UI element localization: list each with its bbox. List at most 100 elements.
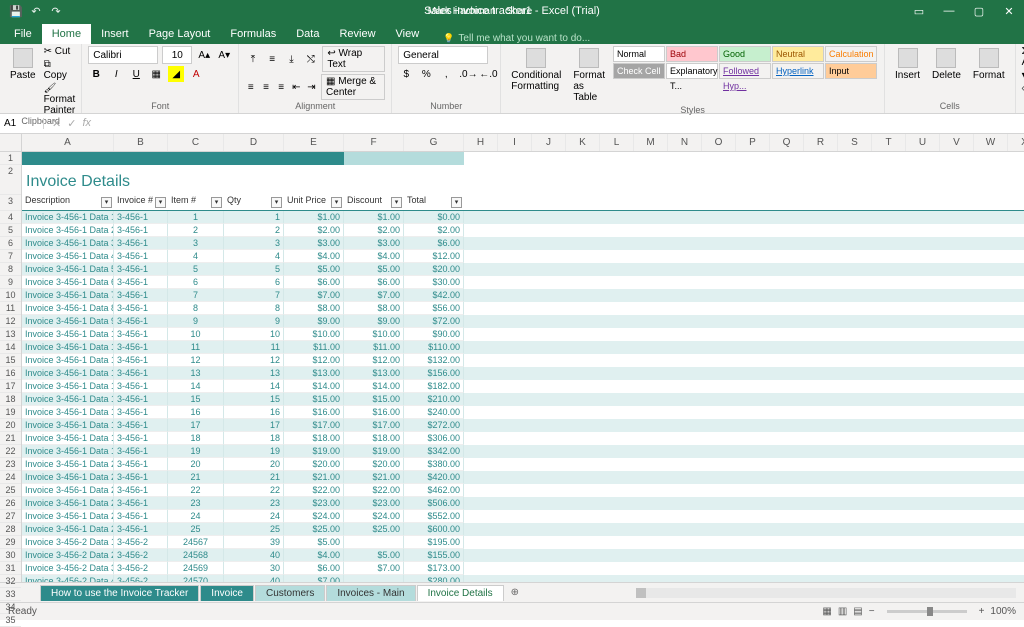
cell-unit-price[interactable]: $8.00 xyxy=(284,302,344,315)
filter-button-icon[interactable]: ▾ xyxy=(391,197,402,208)
comma-button[interactable]: , xyxy=(438,66,454,82)
cell-total[interactable]: $90.00 xyxy=(404,328,464,341)
cell-total[interactable]: $156.00 xyxy=(404,367,464,380)
cell-style-bad[interactable]: Bad xyxy=(666,46,718,62)
wrap-text-button[interactable]: ↩ Wrap Text xyxy=(322,46,385,72)
cell-style-input[interactable]: Input xyxy=(825,63,877,79)
cell-total[interactable]: $195.00 xyxy=(404,536,464,549)
cell-discount[interactable]: $19.00 xyxy=(344,445,404,458)
col-header-H[interactable]: H xyxy=(464,134,498,151)
zoom-out-icon[interactable]: − xyxy=(869,606,875,617)
cell-unit-price[interactable]: $14.00 xyxy=(284,380,344,393)
col-header-description[interactable]: Description▾ xyxy=(22,195,114,210)
cell-total[interactable]: $2.00 xyxy=(404,224,464,237)
cell-invoice[interactable]: 3-456-1 xyxy=(114,510,168,523)
cell-discount[interactable]: $8.00 xyxy=(344,302,404,315)
cell-invoice[interactable]: 3-456-1 xyxy=(114,289,168,302)
cell-item[interactable]: 11 xyxy=(168,341,224,354)
cell-qty[interactable]: 40 xyxy=(224,549,284,562)
cell-item[interactable]: 17 xyxy=(168,419,224,432)
cell-total[interactable]: $462.00 xyxy=(404,484,464,497)
cell-item[interactable]: 10 xyxy=(168,328,224,341)
cell-item[interactable]: 3 xyxy=(168,237,224,250)
cell-unit-price[interactable]: $9.00 xyxy=(284,315,344,328)
cell-qty[interactable]: 1 xyxy=(224,211,284,224)
cell-unit-price[interactable]: $12.00 xyxy=(284,354,344,367)
currency-button[interactable]: $ xyxy=(398,66,414,82)
cell-qty[interactable]: 15 xyxy=(224,393,284,406)
cell-invoice[interactable]: 3-456-1 xyxy=(114,263,168,276)
row-header-7[interactable]: 7 xyxy=(0,250,21,263)
underline-button[interactable]: U xyxy=(128,66,144,82)
row-header-1[interactable]: 1 xyxy=(0,152,21,165)
cell-description[interactable]: Invoice 3-456-1 Data 24 xyxy=(22,510,114,523)
cell-item[interactable]: 21 xyxy=(168,471,224,484)
cell-item[interactable]: 6 xyxy=(168,276,224,289)
cell-discount[interactable]: $7.00 xyxy=(344,289,404,302)
filter-button-icon[interactable]: ▾ xyxy=(331,197,342,208)
table-row[interactable]: Invoice 3-456-1 Data 183-456-11818$18.00… xyxy=(22,432,1024,445)
col-header-E[interactable]: E xyxy=(284,134,344,151)
col-header-J[interactable]: J xyxy=(532,134,566,151)
row-header-32[interactable]: 32 xyxy=(0,575,21,588)
ribbon-options-icon[interactable]: ▭ xyxy=(904,5,934,18)
filter-button-icon[interactable]: ▾ xyxy=(155,197,166,208)
save-icon[interactable]: 💾 xyxy=(8,5,24,18)
align-center-icon[interactable]: ≡ xyxy=(260,79,271,95)
bold-button[interactable]: B xyxy=(88,66,104,82)
cell-item[interactable]: 8 xyxy=(168,302,224,315)
col-header-D[interactable]: D xyxy=(224,134,284,151)
cell-item[interactable]: 25 xyxy=(168,523,224,536)
cell-qty[interactable]: 24 xyxy=(224,510,284,523)
cell-discount[interactable]: $21.00 xyxy=(344,471,404,484)
row-header-13[interactable]: 13 xyxy=(0,328,21,341)
col-header-total[interactable]: Total▾ xyxy=(404,195,464,210)
cell-total[interactable]: $12.00 xyxy=(404,250,464,263)
cell-item[interactable]: 23 xyxy=(168,497,224,510)
cell-unit-price[interactable]: $11.00 xyxy=(284,341,344,354)
fill-color-button[interactable]: ◢ xyxy=(168,66,184,82)
tab-page-layout[interactable]: Page Layout xyxy=(139,24,221,44)
cell-invoice[interactable]: 3-456-1 xyxy=(114,276,168,289)
row-header-11[interactable]: 11 xyxy=(0,302,21,315)
percent-button[interactable]: % xyxy=(418,66,434,82)
cell-invoice[interactable]: 3-456-2 xyxy=(114,549,168,562)
cell-invoice[interactable]: 3-456-1 xyxy=(114,497,168,510)
cell-qty[interactable]: 14 xyxy=(224,380,284,393)
cell-qty[interactable]: 4 xyxy=(224,250,284,263)
row-header-14[interactable]: 14 xyxy=(0,341,21,354)
cell-style-good[interactable]: Good xyxy=(719,46,771,62)
cell-total[interactable]: $272.00 xyxy=(404,419,464,432)
cell-item[interactable]: 24568 xyxy=(168,549,224,562)
cell-item[interactable]: 12 xyxy=(168,354,224,367)
table-row[interactable]: Invoice 3-456-2 Data 33-456-22456930$6.0… xyxy=(22,562,1024,575)
normal-view-icon[interactable]: ▦ xyxy=(822,606,831,617)
tab-data[interactable]: Data xyxy=(286,24,329,44)
cell-qty[interactable]: 10 xyxy=(224,328,284,341)
cell-item[interactable]: 4 xyxy=(168,250,224,263)
merge-center-button[interactable]: ▦ Merge & Center xyxy=(321,74,385,100)
cell-qty[interactable]: 18 xyxy=(224,432,284,445)
cell-invoice[interactable]: 3-456-1 xyxy=(114,484,168,497)
cell-description[interactable]: Invoice 3-456-1 Data 10 xyxy=(22,328,114,341)
cell-invoice[interactable]: 3-456-1 xyxy=(114,458,168,471)
cell-unit-price[interactable]: $25.00 xyxy=(284,523,344,536)
align-left-icon[interactable]: ≡ xyxy=(245,79,256,95)
cell-unit-price[interactable]: $18.00 xyxy=(284,432,344,445)
table-row[interactable]: Invoice 3-456-1 Data 33-456-133$3.00$3.0… xyxy=(22,237,1024,250)
cell-unit-price[interactable]: $5.00 xyxy=(284,536,344,549)
cell-invoice[interactable]: 3-456-1 xyxy=(114,445,168,458)
cell-description[interactable]: Invoice 3-456-1 Data 22 xyxy=(22,484,114,497)
col-header-invoice-[interactable]: Invoice #▾ xyxy=(114,195,168,210)
font-color-button[interactable]: A xyxy=(188,66,204,82)
cut-button[interactable]: ✂ Cut xyxy=(44,46,76,57)
filter-button-icon[interactable]: ▾ xyxy=(211,197,222,208)
redo-icon[interactable]: ↷ xyxy=(48,5,64,18)
table-row[interactable]: Invoice 3-456-1 Data 53-456-155$5.00$5.0… xyxy=(22,263,1024,276)
page-layout-view-icon[interactable]: ▥ xyxy=(838,606,847,617)
cell-discount[interactable]: $23.00 xyxy=(344,497,404,510)
format-painter-button[interactable]: 🖌 Format Painter xyxy=(44,83,76,116)
row-header-27[interactable]: 27 xyxy=(0,510,21,523)
cell-unit-price[interactable]: $4.00 xyxy=(284,549,344,562)
cell-discount[interactable]: $17.00 xyxy=(344,419,404,432)
